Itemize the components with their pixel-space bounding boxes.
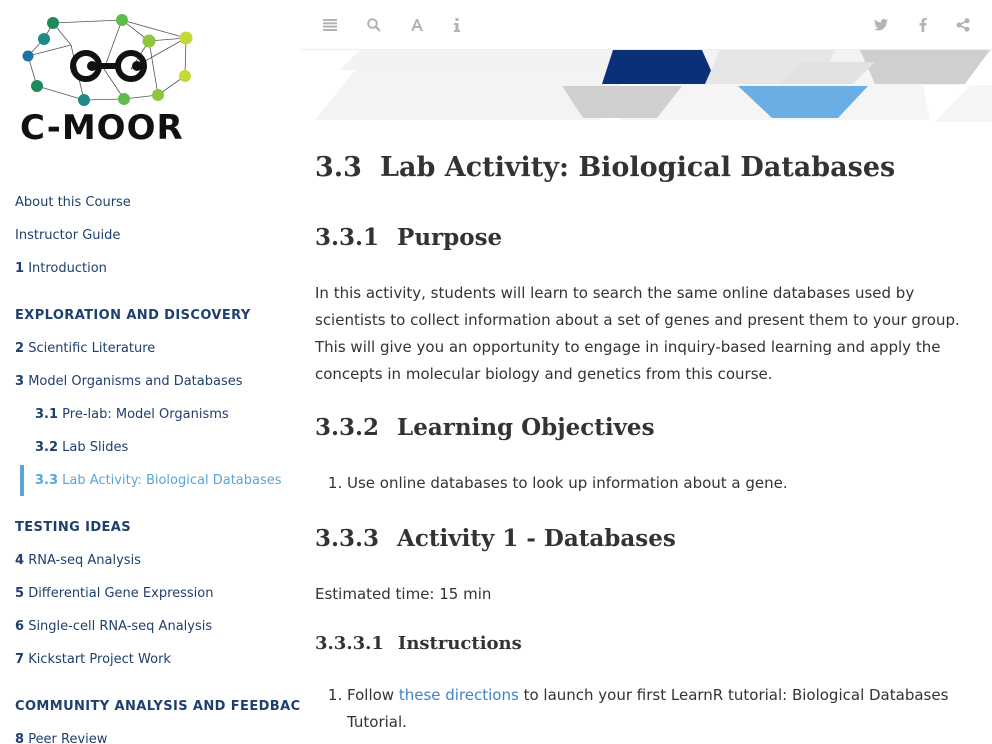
font-icon xyxy=(410,18,424,32)
share-icon xyxy=(956,18,970,32)
toc-item-label: Instructor Guide xyxy=(15,228,121,243)
info-button[interactable] xyxy=(445,13,469,37)
facebook-icon xyxy=(919,18,927,32)
toc-item-label: About this Course xyxy=(15,195,131,210)
list-item: Follow these directions to launch your f… xyxy=(347,682,975,736)
toc-item-label: Peer Review xyxy=(28,732,108,744)
toc-item-number: 3.1 xyxy=(35,407,59,422)
toc-item-label: Introduction xyxy=(28,261,107,276)
toc-item[interactable]: Instructor Guide xyxy=(0,219,300,252)
title-text: Lab Activity: Biological Databases xyxy=(379,152,896,183)
toc-item[interactable]: 7 Kickstart Project Work xyxy=(0,643,300,676)
toc-item-label: Kickstart Project Work xyxy=(28,652,171,667)
objectives-list: Use online databases to look up informat… xyxy=(315,470,975,497)
share-facebook-button[interactable] xyxy=(911,13,935,37)
share-twitter-button[interactable] xyxy=(869,13,893,37)
section-number: 3.3 xyxy=(315,152,362,183)
header-banner xyxy=(315,50,992,122)
section-number: 3.3.3 xyxy=(315,525,380,552)
toc-item[interactable]: 8 Peer Review xyxy=(0,723,300,744)
toc-item-number: 6 xyxy=(15,619,25,634)
toc-part-header: COMMUNITY ANALYSIS AND FEEDBACK xyxy=(15,699,300,714)
logo-text: C-MOOR xyxy=(20,108,184,148)
list-item: Use online databases to look up informat… xyxy=(347,470,975,497)
search-icon xyxy=(367,18,381,32)
toc-item-number: 3 xyxy=(15,374,25,389)
estimated-time: Estimated time: 15 min xyxy=(315,585,492,603)
toc-item[interactable]: 3.1 Pre-lab: Model Organisms xyxy=(0,398,300,431)
toc-item-number: 8 xyxy=(15,732,25,744)
toc-item-number: 2 xyxy=(15,341,25,356)
share-button[interactable] xyxy=(951,13,975,37)
toc-item-number: 4 xyxy=(15,553,25,568)
toc-item-label: Scientific Literature xyxy=(28,341,156,356)
toggle-sidebar-button[interactable] xyxy=(318,13,342,37)
toc-item-number: 7 xyxy=(15,652,25,667)
font-settings-button[interactable] xyxy=(405,13,429,37)
toc-item-number: 3.2 xyxy=(35,440,59,455)
search-button[interactable] xyxy=(362,13,386,37)
toc-part-header: EXPLORATION AND DISCOVERY xyxy=(15,308,251,323)
section-number: 3.3.2 xyxy=(315,414,380,441)
toc-item-number: 3.3 xyxy=(35,473,59,488)
main-content: 3.3 Lab Activity: Biological Databases 3.… xyxy=(315,124,975,736)
toc-item[interactable]: 6 Single-cell RNA-seq Analysis xyxy=(0,610,300,643)
twitter-icon xyxy=(874,19,888,31)
toc-item[interactable]: 4 RNA-seq Analysis xyxy=(0,544,300,577)
toc-item[interactable]: About this Course xyxy=(0,186,300,219)
toc-item[interactable]: 1 Introduction xyxy=(0,252,300,285)
sidebar: C-MOOR About this Course Instructor Guide… xyxy=(0,0,300,744)
toc-item-label: Model Organisms and Databases xyxy=(28,374,243,389)
toc-item[interactable]: 3 Model Organisms and Databases xyxy=(0,365,300,398)
section-number: 3.3.1 xyxy=(315,224,380,251)
network-molecule-icon xyxy=(22,14,193,106)
toc-part-header: TESTING IDEAS xyxy=(15,520,132,535)
page-title: 3.3 Lab Activity: Biological Databases xyxy=(315,150,975,186)
instructions-heading: 3.3.3.1 Instructions xyxy=(315,630,975,658)
step-text-pre: Follow xyxy=(347,686,399,704)
these-directions-link[interactable]: these directions xyxy=(399,686,519,704)
toc-item-number: 5 xyxy=(15,586,25,601)
list-icon xyxy=(323,19,337,31)
toc-item[interactable]: 5 Differential Gene Expression xyxy=(0,577,300,610)
c-moor-logo[interactable]: C-MOOR xyxy=(18,12,208,152)
toolbar xyxy=(300,0,992,50)
activity-heading: 3.3.3 Activity 1 - Databases xyxy=(315,523,975,555)
table-of-contents: About this Course Instructor Guide 1 Intro… xyxy=(0,186,300,744)
purpose-heading: 3.3.1 Purpose xyxy=(315,222,975,254)
heading-text: Activity 1 - Databases xyxy=(397,525,676,552)
objectives-heading: 3.3.2 Learning Objectives xyxy=(315,412,975,444)
heading-text: Instructions xyxy=(397,633,522,654)
toc-item-active[interactable]: 3.3 Lab Activity: Biological Databases xyxy=(0,464,300,497)
toc-item-number: 1 xyxy=(15,261,25,276)
toc-item[interactable]: 2 Scientific Literature xyxy=(0,332,300,365)
info-icon xyxy=(454,18,460,32)
toc-item-label: Single-cell RNA-seq Analysis xyxy=(28,619,213,634)
toc-item-label: RNA-seq Analysis xyxy=(28,553,141,568)
toc-item-label: Lab Activity: Biological Databases xyxy=(62,473,282,488)
section-number: 3.3.3.1 xyxy=(315,633,384,654)
toc-item-label: Differential Gene Expression xyxy=(28,586,214,601)
instructions-list: Follow these directions to launch your f… xyxy=(315,682,975,736)
toc-item-label: Lab Slides xyxy=(62,440,129,455)
heading-text: Learning Objectives xyxy=(397,414,655,441)
toc-item-label: Pre-lab: Model Organisms xyxy=(62,407,229,422)
heading-text: Purpose xyxy=(397,224,503,251)
purpose-paragraph: In this activity, students will learn to… xyxy=(315,284,960,383)
toc-item[interactable]: 3.2 Lab Slides xyxy=(0,431,300,464)
